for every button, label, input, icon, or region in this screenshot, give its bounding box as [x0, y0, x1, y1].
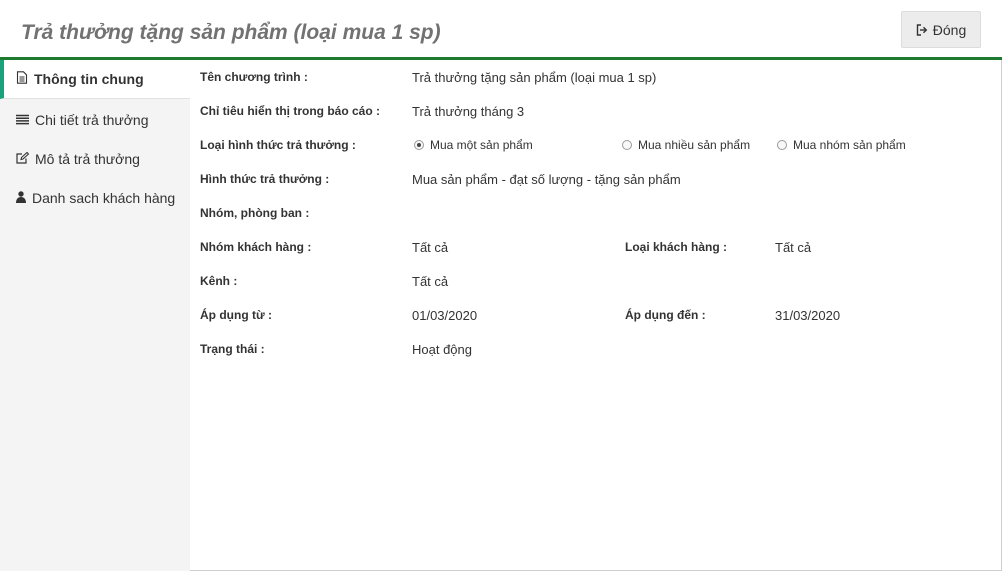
customer-type-label: Loại khách hàng :	[625, 240, 728, 254]
report-indicator-value: Trả thưởng tháng 3	[412, 104, 525, 119]
status-value: Hoạt động	[412, 342, 472, 357]
sidebar-item-customer-list[interactable]: Danh sach khách hàng	[0, 178, 190, 217]
edit-icon	[16, 151, 30, 167]
user-icon	[16, 190, 26, 206]
customer-group-label: Nhóm khách hàng :	[200, 240, 312, 254]
radio-buy-product-group[interactable]: Mua nhóm sản phẩm	[777, 138, 906, 152]
sidebar-item-label: Danh sach khách hàng	[32, 189, 176, 206]
radio-buy-one-product[interactable]: Mua một sản phẩm	[414, 138, 533, 152]
close-button[interactable]: Đóng	[901, 11, 981, 48]
radio-button[interactable]	[777, 140, 787, 150]
channel-value: Tất cả	[412, 274, 449, 289]
radio-label: Mua một sản phẩm	[430, 138, 533, 152]
close-button-label: Đóng	[932, 21, 967, 38]
radio-button[interactable]	[414, 140, 424, 150]
document-icon	[16, 71, 28, 87]
reward-form-value: Mua sản phẩm - đạt số lượng - tặng sản p…	[412, 172, 681, 187]
radio-label: Mua nhiều sản phẩm	[638, 138, 751, 152]
sidebar-item-reward-description[interactable]: Mô tả trả thưởng	[0, 139, 190, 178]
sidebar: Thông tin chung Chi tiết trả thưởng Mô t…	[0, 60, 190, 571]
sidebar-item-general-info[interactable]: Thông tin chung	[0, 60, 190, 99]
customer-type-value: Tất cả	[775, 240, 812, 255]
customer-group-value: Tất cả	[412, 240, 449, 255]
sidebar-item-label: Mô tả trả thưởng	[35, 150, 140, 167]
status-label: Trạng thái :	[200, 342, 265, 356]
radio-label: Mua nhóm sản phẩm	[793, 138, 906, 152]
apply-to-label: Áp dụng đến :	[625, 308, 706, 322]
program-name-value: Trả thưởng tặng sản phẩm (loại mua 1 sp)	[412, 70, 657, 85]
reward-type-label: Loại hình thức trả thưởng :	[200, 138, 356, 152]
program-name-label: Tên chương trình :	[200, 70, 308, 84]
apply-from-value: 01/03/2020	[412, 308, 478, 323]
sign-out-icon	[916, 23, 928, 36]
apply-to-value: 31/03/2020	[775, 308, 841, 323]
dialog-header: Trả thưởng tặng sản phẩm (loại mua 1 sp)…	[0, 0, 1002, 60]
sidebar-item-label: Thông tin chung	[34, 71, 144, 87]
page-title: Trả thưởng tặng sản phẩm (loại mua 1 sp)	[21, 21, 441, 44]
reward-form-label: Hình thức trả thưởng :	[200, 172, 330, 186]
list-icon	[16, 112, 29, 128]
radio-buy-multiple-products[interactable]: Mua nhiều sản phẩm	[622, 138, 750, 152]
channel-label: Kênh :	[200, 274, 238, 288]
report-indicator-label: Chỉ tiêu hiển thị trong báo cáo :	[200, 104, 380, 118]
apply-from-label: Áp dụng từ :	[200, 308, 272, 322]
sidebar-item-reward-details[interactable]: Chi tiết trả thưởng	[0, 100, 190, 139]
radio-button[interactable]	[622, 140, 632, 150]
department-label: Nhóm, phòng ban :	[200, 206, 310, 220]
sidebar-item-label: Chi tiết trả thưởng	[35, 111, 149, 128]
